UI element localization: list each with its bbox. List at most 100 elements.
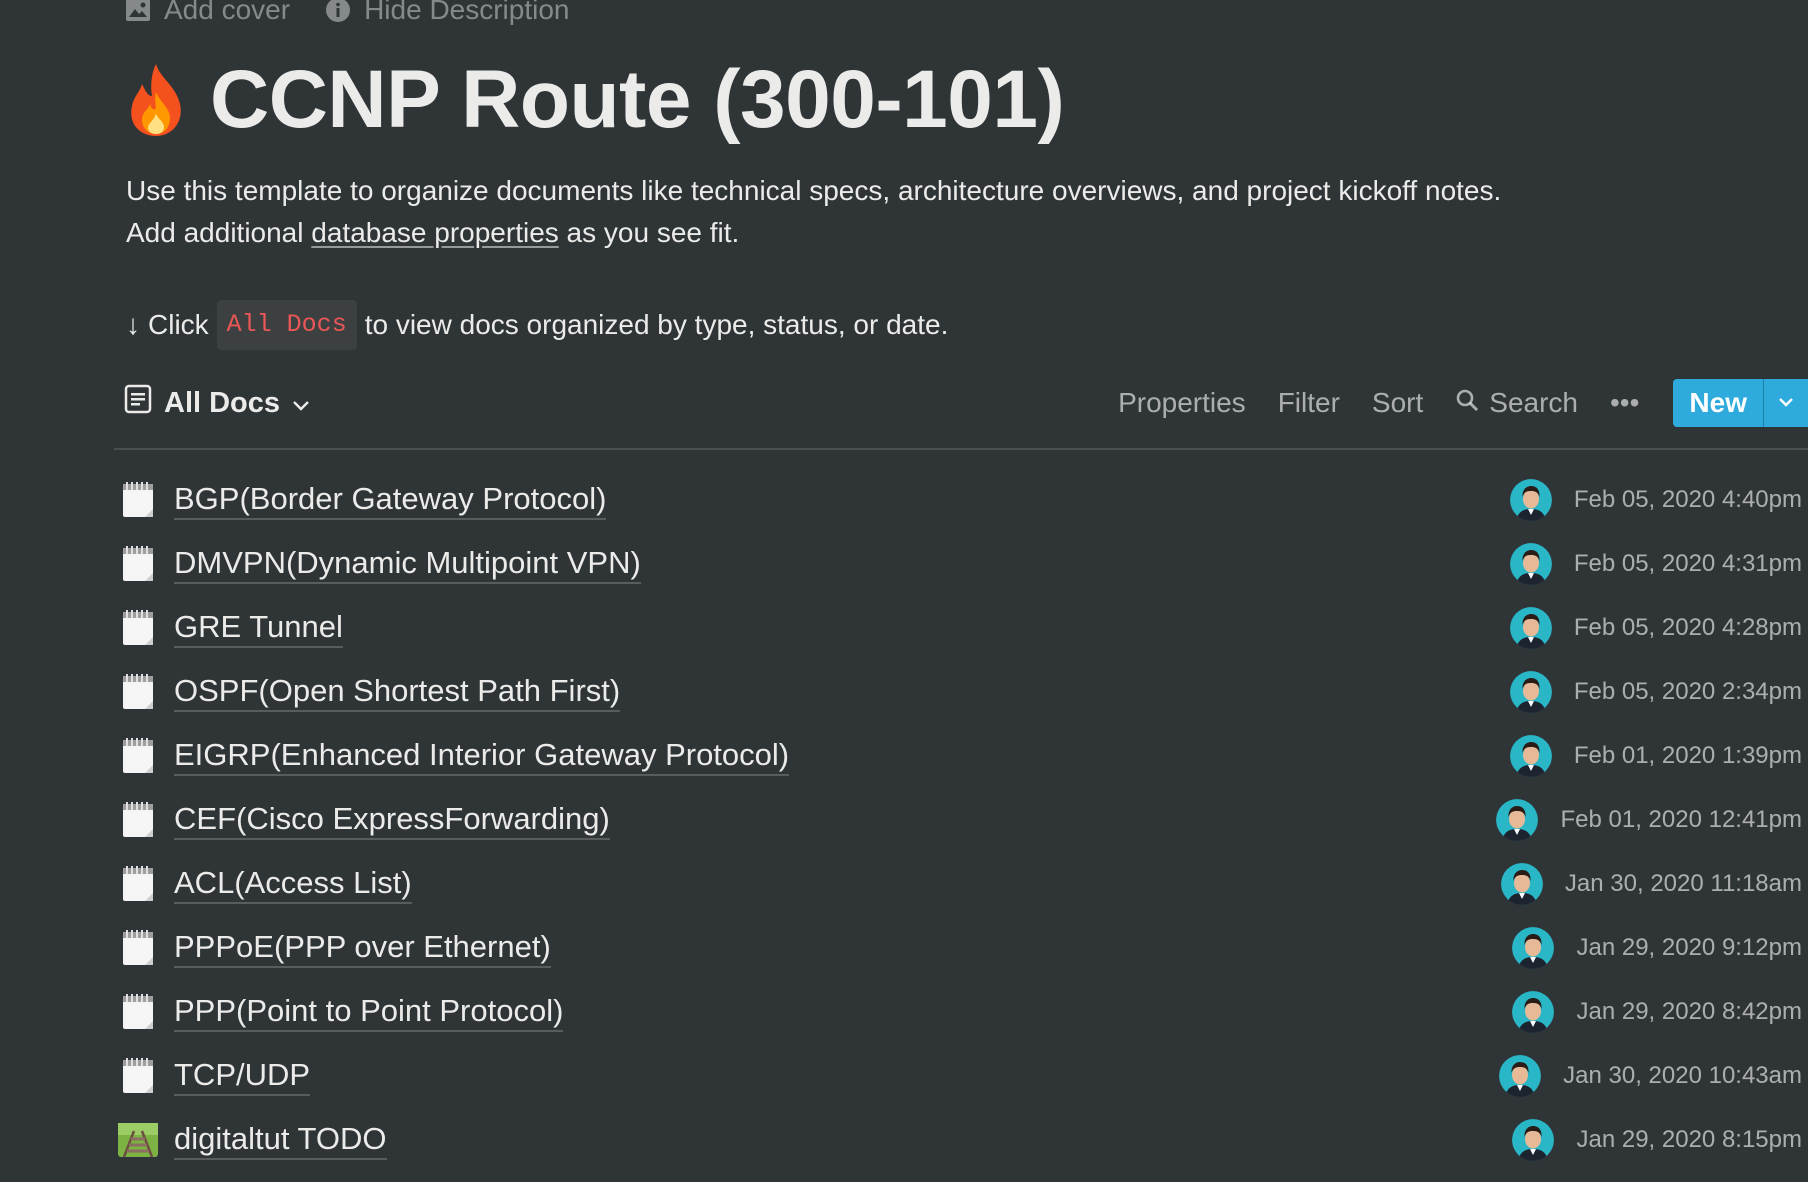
row-meta: Feb 05, 2020 4:40pm xyxy=(1509,479,1802,521)
last-edited-date: Jan 30, 2020 10:43am xyxy=(1563,1062,1802,1089)
list-item[interactable]: digitaltut TODO Jan 29, 2020 8:15pm xyxy=(118,1108,1808,1172)
last-edited-date: Feb 05, 2020 4:31pm xyxy=(1573,550,1802,577)
toolbar-actions: Properties Filter Sort Search ••• New xyxy=(1102,378,1808,428)
avatar xyxy=(1512,991,1555,1033)
hide-description-button[interactable]: Hide Description xyxy=(324,0,570,26)
description-line-2: Add additional database properties as yo… xyxy=(126,212,1501,254)
list-item[interactable]: EIGRP(Enhanced Interior Gateway Protocol… xyxy=(118,724,1808,788)
notepad-icon xyxy=(118,864,158,904)
list-item[interactable]: ACL(Access List) Jan 30, 2020 11:18am xyxy=(118,852,1808,916)
search-button[interactable]: Search xyxy=(1439,387,1594,419)
list-item[interactable]: TCP/UDP Jan 30, 2020 10:43am xyxy=(118,1044,1808,1108)
doc-title[interactable]: BGP(Border Gateway Protocol) xyxy=(174,480,607,520)
description-line-1: Use this template to organize documents … xyxy=(126,175,1502,206)
doc-title[interactable]: DMVPN(Dynamic Multipoint VPN) xyxy=(174,544,641,584)
avatar xyxy=(1509,607,1552,649)
last-edited-date: Feb 05, 2020 4:28pm xyxy=(1573,614,1802,641)
avatar xyxy=(1499,1055,1542,1097)
list-item[interactable]: BGP(Border Gateway Protocol) Feb 05, 202… xyxy=(118,468,1808,532)
list-item[interactable]: OSPF(Open Shortest Path First) Feb 05, 2… xyxy=(118,660,1808,724)
avatar xyxy=(1509,479,1552,521)
row-meta: Feb 05, 2020 4:31pm xyxy=(1509,543,1802,585)
description-line-2-suffix: as you see fit. xyxy=(558,217,740,248)
doc-title[interactable]: OSPF(Open Shortest Path First) xyxy=(174,672,621,712)
search-label: Search xyxy=(1489,387,1578,418)
doc-title[interactable]: CEF(Cisco ExpressForwarding) xyxy=(174,800,610,840)
list-item[interactable]: PPPoE(PPP over Ethernet) Jan 29, 2020 9:… xyxy=(118,916,1808,980)
row-meta: Feb 01, 2020 1:39pm xyxy=(1509,735,1802,777)
chevron-down-icon xyxy=(1778,394,1794,412)
doc-title[interactable]: GRE Tunnel xyxy=(174,608,343,648)
more-options-button[interactable]: ••• xyxy=(1594,387,1655,419)
last-edited-date: Jan 30, 2020 11:18am xyxy=(1564,870,1802,897)
hide-description-label: Hide Description xyxy=(364,0,570,25)
search-icon xyxy=(1455,387,1479,419)
doc-title[interactable]: ACL(Access List) xyxy=(174,864,412,904)
page-title[interactable]: CCNP Route (300-101) xyxy=(210,52,1065,148)
properties-button[interactable]: Properties xyxy=(1102,387,1262,419)
list-item[interactable]: CEF(Cisco ExpressForwarding) Feb 01, 202… xyxy=(118,788,1808,852)
doc-title[interactable]: digitaltut TODO xyxy=(174,1120,387,1160)
row-meta: Jan 29, 2020 8:15pm xyxy=(1512,1119,1802,1161)
inline-code: All Docs xyxy=(216,300,357,350)
list-item[interactable]: DMVPN(Dynamic Multipoint VPN) Feb 05, 20… xyxy=(118,532,1808,596)
row-meta: Jan 29, 2020 8:42pm xyxy=(1512,991,1802,1033)
doc-title[interactable]: TCP/UDP xyxy=(174,1056,311,1096)
notepad-icon xyxy=(118,672,158,712)
last-edited-date: Feb 05, 2020 4:40pm xyxy=(1573,486,1802,513)
list-item[interactable]: PPP(Point to Point Protocol) Jan 29, 202… xyxy=(118,980,1808,1044)
page-header: CCNP Route (300-101) xyxy=(124,52,1065,148)
new-button-group: New xyxy=(1673,379,1808,427)
avatar xyxy=(1509,543,1552,585)
doc-title[interactable]: PPPoE(PPP over Ethernet) xyxy=(174,928,551,968)
database-properties-link[interactable]: database properties xyxy=(311,217,559,248)
list-item[interactable]: GRE Tunnel Feb 05, 2020 4:28pm xyxy=(118,596,1808,660)
row-meta: Feb 01, 2020 12:41pm xyxy=(1496,799,1802,841)
chevron-down-icon xyxy=(292,387,310,420)
avatar xyxy=(1509,671,1552,713)
railway-track-icon xyxy=(118,1120,158,1160)
avatar xyxy=(1509,735,1552,777)
fire-icon[interactable] xyxy=(124,60,188,140)
add-cover-button[interactable]: Add cover xyxy=(124,0,290,26)
notion-database-page: Add cover Hide Description CCNP Route (3… xyxy=(0,0,1808,1182)
avatar xyxy=(1512,927,1555,969)
page-top-controls: Add cover Hide Description xyxy=(124,0,570,26)
docs-list: BGP(Border Gateway Protocol) Feb 05, 202… xyxy=(118,468,1808,1172)
sort-button[interactable]: Sort xyxy=(1356,387,1439,419)
last-edited-date: Feb 05, 2020 2:34pm xyxy=(1573,678,1802,705)
last-edited-date: Feb 01, 2020 12:41pm xyxy=(1560,806,1802,833)
doc-title[interactable]: EIGRP(Enhanced Interior Gateway Protocol… xyxy=(174,736,790,776)
doc-title[interactable]: PPP(Point to Point Protocol) xyxy=(174,992,564,1032)
image-icon xyxy=(124,0,152,24)
new-button[interactable]: New xyxy=(1673,379,1763,427)
row-meta: Feb 05, 2020 2:34pm xyxy=(1509,671,1802,713)
notepad-icon xyxy=(118,736,158,776)
notepad-icon xyxy=(118,800,158,840)
view-switcher[interactable]: All Docs xyxy=(124,384,310,422)
last-edited-date: Jan 29, 2020 9:12pm xyxy=(1576,934,1802,961)
view-name: All Docs xyxy=(164,386,281,419)
row-meta: Feb 05, 2020 4:28pm xyxy=(1509,607,1802,649)
row-meta: Jan 30, 2020 11:18am xyxy=(1500,863,1802,905)
avatar xyxy=(1496,799,1539,841)
row-meta: Jan 29, 2020 9:12pm xyxy=(1512,927,1802,969)
notepad-icon xyxy=(118,1056,158,1096)
hint-prefix: Click xyxy=(148,309,209,340)
new-dropdown-button[interactable] xyxy=(1763,379,1808,427)
notepad-icon xyxy=(118,544,158,584)
last-edited-date: Feb 01, 2020 1:39pm xyxy=(1573,742,1802,769)
row-meta: Jan 30, 2020 10:43am xyxy=(1499,1055,1802,1097)
notepad-icon xyxy=(118,608,158,648)
add-cover-label: Add cover xyxy=(164,0,291,25)
last-edited-date: Jan 29, 2020 8:42pm xyxy=(1576,998,1802,1025)
ellipsis-icon: ••• xyxy=(1610,387,1640,418)
notepad-icon xyxy=(118,992,158,1032)
last-edited-date: Jan 29, 2020 8:15pm xyxy=(1576,1126,1802,1153)
description-line-2-prefix: Add additional xyxy=(126,217,312,248)
view-hint: ↓ Click All Docs to view docs organized … xyxy=(126,300,948,350)
page-description: Use this template to organize documents … xyxy=(126,170,1501,254)
avatar xyxy=(1500,863,1543,905)
list-view-icon xyxy=(124,384,152,422)
filter-button[interactable]: Filter xyxy=(1262,387,1356,419)
